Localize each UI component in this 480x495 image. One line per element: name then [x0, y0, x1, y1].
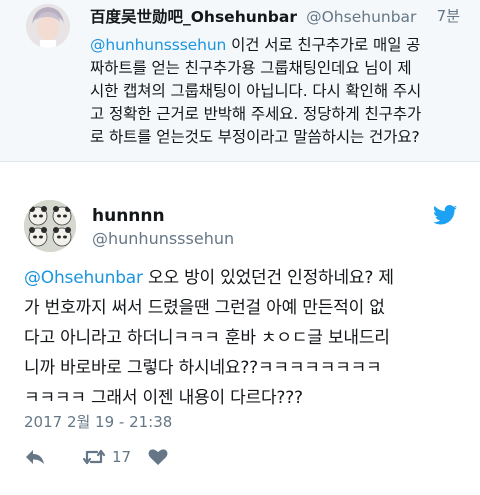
tweet-line-text: 이건 서로 친구추가로 매일 공: [226, 36, 421, 54]
reply-icon: [26, 450, 44, 464]
tweet-line: 니까 바로바로 그렇다 하시네요??ㅋㅋㅋㅋㅋㅋㅋㅋ: [24, 358, 382, 378]
reply-button[interactable]: [24, 445, 46, 469]
mention-link[interactable]: @Ohsehunbar: [24, 268, 143, 288]
user-handle[interactable]: @hunhunsssehun: [92, 229, 234, 248]
main-tweet: hunnnn @hunhunsssehun @Ohsehunbar 오오 방이 …: [0, 163, 480, 495]
tweet-line: 로 하트를 얻는것도 부정이라고 말씀하시는 건가요?: [90, 128, 420, 146]
tweet-line-text: 오오 방이 있었던건 인정하네요? 제: [142, 268, 394, 288]
tweet-line: 다고 아니라고 하더니ㅋㅋㅋ 훈바 ㅊㅇㄷ글 보내드리: [24, 328, 390, 348]
tweet-line: @Ohsehunbar 오오 방이 있었던건 인정하네요? 제: [24, 263, 460, 293]
retweet-button[interactable]: 17: [82, 445, 131, 469]
like-icon: [148, 449, 168, 465]
action-bar: 17: [24, 445, 324, 469]
timestamp[interactable]: 7분: [437, 5, 460, 26]
user-handle[interactable]: @Ohsehunbar: [306, 8, 416, 26]
tweet-date[interactable]: 2017 2월 19 - 21:38: [24, 411, 172, 432]
tweet-line: 가 번호까지 써서 드렸을땐 그런걸 아예 만든적이 없: [24, 298, 385, 318]
like-button[interactable]: [148, 445, 168, 469]
tweet-line: 고 정확한 근거로 반박해 주세요. 정당하게 친구추가: [90, 105, 422, 123]
tweet-line: ㅋㅋㅋㅋ 그래서 이젠 내용이 다르다???: [24, 388, 303, 408]
tweet-line: 짜하트를 얻는 친구추가용 그룹채팅인데요 님이 제: [90, 59, 412, 77]
retweet-icon: [82, 449, 106, 465]
twitter-bird-icon: [433, 205, 457, 225]
reply-tweet[interactable]: 百度吴世勋吧_Ohsehunbar @Ohsehunbar 7분 @hunhun…: [0, 0, 480, 162]
tweet-text: @hunhunsssehun 이건 서로 친구추가로 매일 공 짜하트를 얻는 …: [90, 34, 462, 149]
avatar[interactable]: [26, 4, 70, 48]
tweet-line: @hunhunsssehun 이건 서로 친구추가로 매일 공: [90, 34, 462, 57]
retweet-count: 17: [112, 448, 132, 466]
tweet-line: 시한 캡쳐의 그룹채팅이 아닙니다. 다시 확인해 주시: [90, 82, 422, 100]
display-name[interactable]: hunnnn: [92, 206, 165, 226]
reply-header: 百度吴世勋吧_Ohsehunbar @Ohsehunbar 7분: [90, 5, 460, 29]
display-name[interactable]: 百度吴世勋吧_Ohsehunbar: [90, 8, 297, 26]
tweet-text: @Ohsehunbar 오오 방이 있었던건 인정하네요? 제 가 번호까지 써…: [24, 263, 460, 413]
mention-link[interactable]: @hunhunsssehun: [90, 36, 226, 54]
avatar[interactable]: [24, 200, 76, 252]
